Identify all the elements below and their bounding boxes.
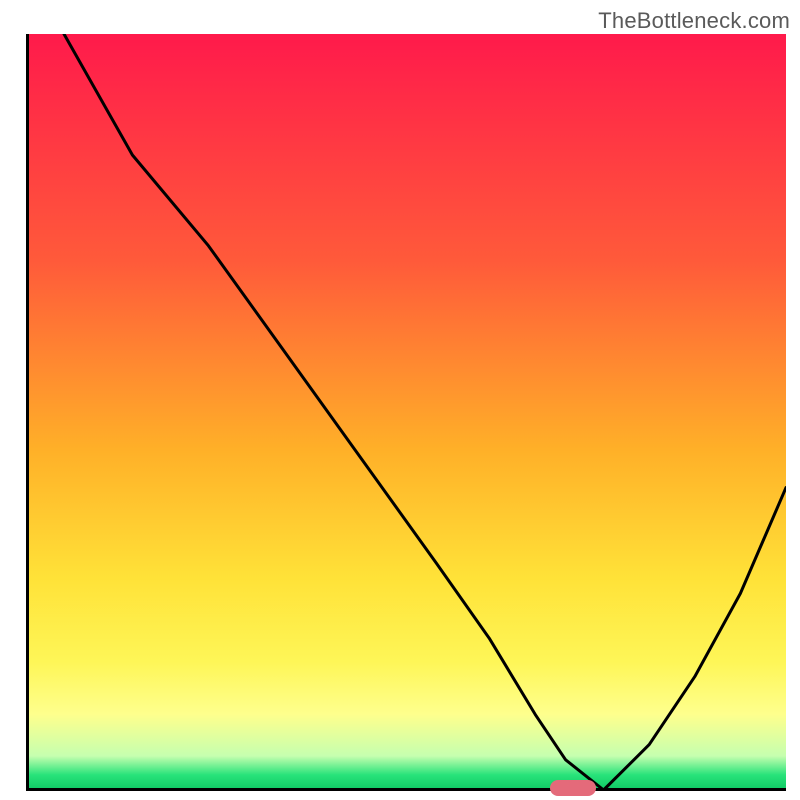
- watermark-text: TheBottleneck.com: [598, 8, 790, 34]
- plot-area: [26, 34, 786, 790]
- bottleneck-chart: TheBottleneck.com: [0, 0, 800, 800]
- bottleneck-curve-path: [64, 34, 786, 790]
- optimal-marker: [550, 780, 596, 796]
- curve-svg: [26, 34, 786, 790]
